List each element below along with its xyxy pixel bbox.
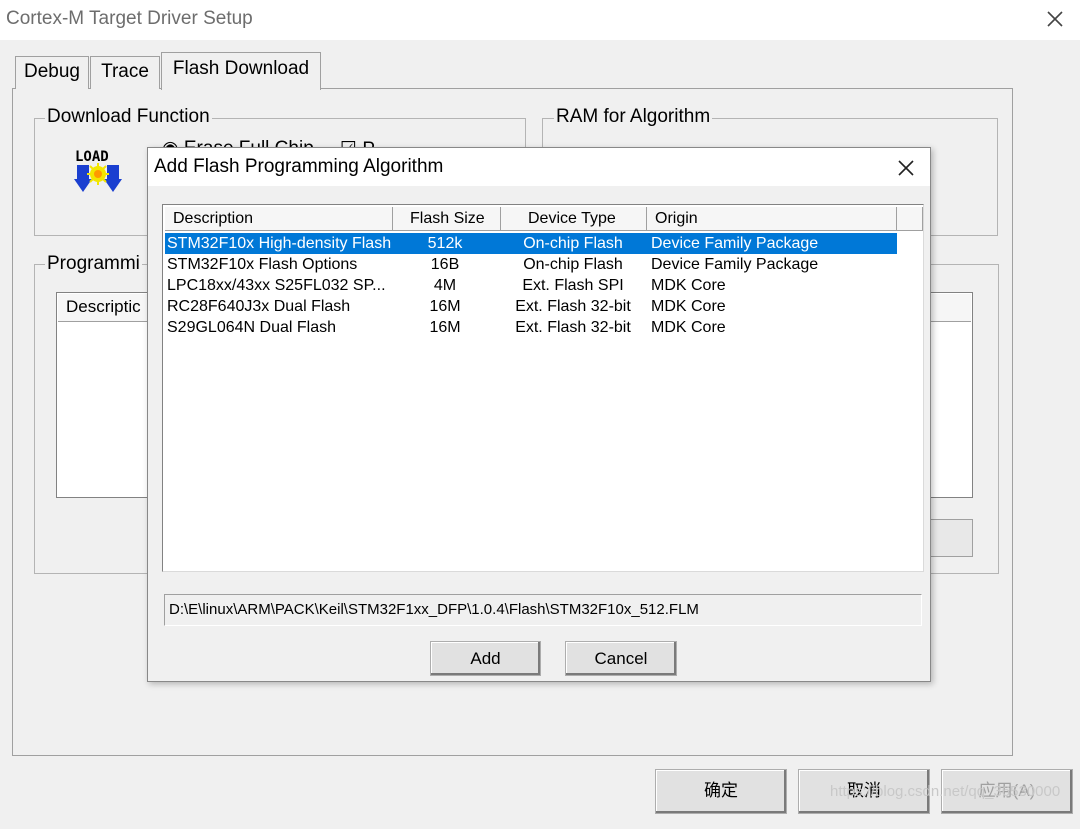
load-download-icon: LOAD: [74, 146, 122, 194]
cell-flash-size: 512k: [427, 235, 463, 252]
close-icon[interactable]: [892, 154, 920, 182]
column-header-origin[interactable]: Origin: [647, 207, 897, 231]
table-row[interactable]: RC28F640J3x Dual Flash 16M Ext. Flash 32-b…: [165, 296, 897, 317]
window-title: Cortex-M Target Driver Setup: [6, 8, 253, 29]
cell-origin: Device Family Package: [651, 235, 819, 252]
tab-debug-label: Debug: [24, 61, 80, 82]
algorithm-path-field: D:\E\linux\ARM\PACK\Keil\STM32F1xx_DFP\1…: [164, 594, 922, 626]
cell-device-type: On-chip Flash: [523, 256, 623, 273]
ok-button[interactable]: 确定: [655, 769, 787, 814]
tab-trace-label: Trace: [101, 61, 149, 82]
add-button-label: Add: [470, 649, 501, 668]
programming-algorithm-label: Programmi: [45, 253, 142, 275]
column-header-device-type-label: Device Type: [528, 210, 616, 227]
cell-description: RC28F640J3x Dual Flash: [167, 298, 351, 315]
cancel-button-label: Cancel: [594, 649, 648, 668]
cell-origin: MDK Core: [651, 319, 726, 336]
cell-description: STM32F10x High-density Flash: [167, 235, 392, 252]
programming-range-field: [930, 519, 973, 557]
programming-description-header: Descriptic: [66, 297, 141, 316]
tab-flash-download[interactable]: Flash Download: [161, 52, 321, 90]
cell-origin: Device Family Package: [651, 256, 819, 273]
tab-trace[interactable]: Trace: [90, 56, 160, 89]
column-header-description-label: Description: [173, 210, 254, 227]
close-icon[interactable]: [1040, 4, 1070, 34]
column-header-filler: [897, 207, 923, 231]
cell-flash-size: 16M: [429, 298, 461, 315]
add-button[interactable]: Add: [430, 641, 541, 676]
table-row[interactable]: STM32F10x Flash Options 16B On-chip Flash D…: [165, 254, 897, 275]
window-title-bar: Cortex-M Target Driver Setup: [0, 0, 1080, 40]
download-function-label: Download Function: [45, 106, 212, 128]
cell-device-type: On-chip Flash: [523, 235, 623, 252]
column-header-device-type[interactable]: Device Type: [501, 207, 647, 231]
cell-description: STM32F10x Flash Options: [167, 256, 358, 273]
table-row[interactable]: LPC18xx/43xx S25FL032 SP... 4M Ext. Flash …: [165, 275, 897, 296]
column-header-flash-size[interactable]: Flash Size: [393, 207, 501, 231]
column-header-origin-label: Origin: [655, 210, 698, 227]
cell-flash-size: 16M: [429, 319, 461, 336]
cancel-button[interactable]: Cancel: [565, 641, 677, 676]
cell-description: S29GL064N Dual Flash: [167, 319, 336, 336]
algorithm-list[interactable]: Description Flash Size Device Type Origi…: [162, 204, 924, 572]
watermark: https://blog.csdn.net/qq_36530000: [830, 783, 1061, 800]
column-header-flash-size-label: Flash Size: [410, 210, 485, 227]
tab-debug[interactable]: Debug: [15, 56, 89, 89]
cell-origin: MDK Core: [651, 277, 726, 294]
table-row[interactable]: STM32F10x High-density Flash 512k On-chip …: [165, 233, 897, 254]
dialog-title-bar: Add Flash Programming Algorithm: [148, 148, 930, 186]
cell-description: LPC18xx/43xx S25FL032 SP...: [167, 277, 386, 294]
tab-flash-download-label: Flash Download: [172, 58, 310, 79]
add-flash-algorithm-dialog: Add Flash Programming Algorithm Descript…: [147, 147, 931, 682]
cell-device-type: Ext. Flash 32-bit: [515, 319, 631, 336]
cell-flash-size: 16B: [430, 256, 460, 273]
load-icon-text: LOAD: [75, 149, 109, 165]
ok-button-label: 确定: [704, 781, 738, 800]
cell-flash-size: 4M: [433, 277, 457, 294]
cell-device-type: Ext. Flash SPI: [522, 277, 624, 294]
column-header-description[interactable]: Description: [165, 207, 393, 231]
table-row[interactable]: S29GL064N Dual Flash 16M Ext. Flash 32-bit…: [165, 317, 897, 338]
cell-device-type: Ext. Flash 32-bit: [515, 298, 631, 315]
dialog-title: Add Flash Programming Algorithm: [154, 156, 444, 177]
ram-for-algorithm-label: RAM for Algorithm: [554, 106, 713, 128]
cell-origin: MDK Core: [651, 298, 726, 315]
